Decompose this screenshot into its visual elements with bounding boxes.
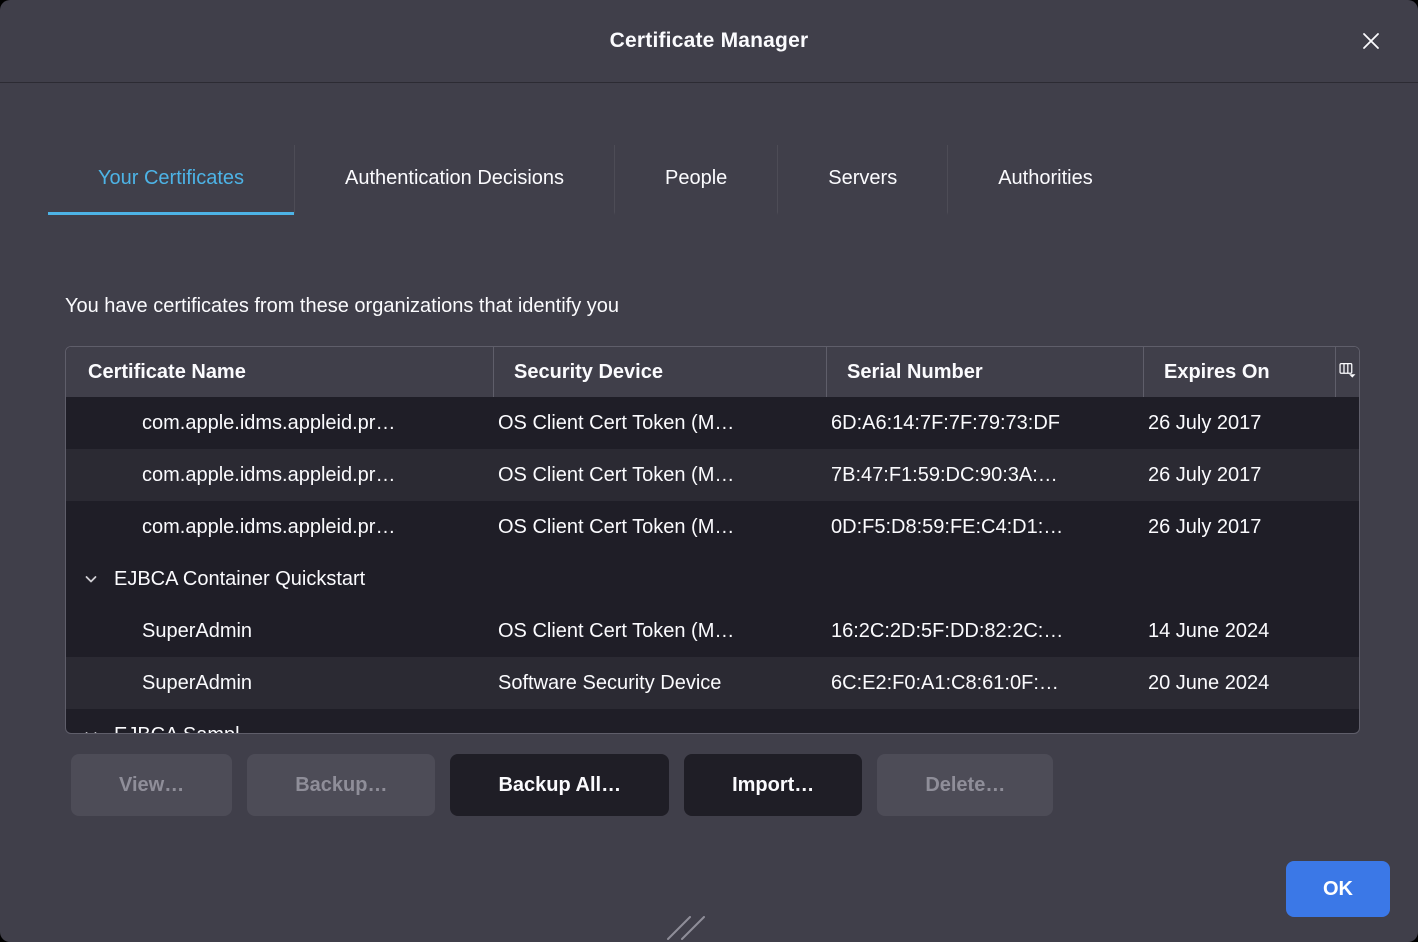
cell-expires-on: 26 July 2017 (1143, 516, 1359, 539)
table-header: Certificate Name Security Device Serial … (66, 347, 1359, 397)
cell-security-device: OS Client Cert Token (M… (493, 516, 826, 539)
table-group-row[interactable]: EJBCA Container Quickstart (66, 553, 1359, 605)
cell-serial-number: 16:2C:2D:5F:DD:82:2C:… (826, 620, 1143, 643)
column-picker-button[interactable] (1335, 347, 1359, 397)
cell-security-device: OS Client Cert Token (M… (493, 412, 826, 435)
certificate-row[interactable]: com.apple.idms.appleid.pr… OS Client Cer… (66, 397, 1359, 449)
backup-button[interactable]: Backup… (247, 754, 435, 816)
cell-certificate-name: SuperAdmin (66, 672, 493, 695)
dialog-titlebar: Certificate Manager (0, 0, 1418, 83)
cell-certificate-name: com.apple.idms.appleid.pr… (66, 464, 493, 487)
tab-bar: Your Certificates Authentication Decisio… (48, 145, 1418, 215)
tab-label: Authorities (998, 167, 1093, 190)
tab-label: Authentication Decisions (345, 167, 564, 190)
cell-serial-number: 7B:47:F1:59:DC:90:3A:… (826, 464, 1143, 487)
cell-security-device: OS Client Cert Token (M… (493, 620, 826, 643)
backup-all-button[interactable]: Backup All… (450, 754, 669, 816)
resize-grip[interactable] (666, 916, 712, 940)
cell-certificate-name: com.apple.idms.appleid.pr… (66, 516, 493, 539)
intro-text: You have certificates from these organiz… (65, 295, 1418, 318)
delete-button[interactable]: Delete… (877, 754, 1053, 816)
column-picker-icon (1339, 361, 1356, 383)
import-button[interactable]: Import… (684, 754, 862, 816)
certificate-row[interactable]: SuperAdmin Software Security Device 6C:E… (66, 657, 1359, 709)
action-button-row: View… Backup… Backup All… Import… Delete… (71, 754, 1418, 816)
cell-expires-on: 14 June 2024 (1143, 620, 1359, 643)
chevron-down-icon (83, 571, 99, 587)
view-button[interactable]: View… (71, 754, 232, 816)
column-header-security-device[interactable]: Security Device (493, 347, 826, 397)
column-header-certificate-name[interactable]: Certificate Name (66, 347, 493, 397)
cell-serial-number: 6D:A6:14:7F:7F:79:73:DF (826, 412, 1143, 435)
tab-label: People (665, 167, 727, 190)
cell-security-device: Software Security Device (493, 672, 826, 695)
column-header-expires-on[interactable]: Expires On (1143, 347, 1335, 397)
certificate-row[interactable]: com.apple.idms.appleid.pr… OS Client Cer… (66, 449, 1359, 501)
certificate-manager-dialog: Certificate Manager Your Certificates Au… (0, 0, 1418, 942)
group-label: EJBCA Sampl (114, 724, 240, 734)
ok-button[interactable]: OK (1286, 861, 1390, 917)
table-group-row-partial[interactable]: EJBCA Sampl (66, 709, 1359, 733)
close-button[interactable] (1354, 24, 1388, 58)
group-label: EJBCA Container Quickstart (114, 568, 365, 591)
tab-your-certificates[interactable]: Your Certificates (48, 145, 294, 215)
cell-security-device: OS Client Cert Token (M… (493, 464, 826, 487)
certificates-table: Certificate Name Security Device Serial … (65, 346, 1360, 734)
certificate-row[interactable]: SuperAdmin OS Client Cert Token (M… 16:2… (66, 605, 1359, 657)
tab-authentication-decisions[interactable]: Authentication Decisions (294, 145, 614, 215)
cell-expires-on: 26 July 2017 (1143, 412, 1359, 435)
tab-label: Your Certificates (98, 167, 244, 190)
tab-servers[interactable]: Servers (777, 145, 947, 215)
cell-serial-number: 0D:F5:D8:59:FE:C4:D1:… (826, 516, 1143, 539)
tab-label: Servers (828, 167, 897, 190)
cell-expires-on: 26 July 2017 (1143, 464, 1359, 487)
certificate-row[interactable]: com.apple.idms.appleid.pr… OS Client Cer… (66, 501, 1359, 553)
group-row-inner: EJBCA Sampl (66, 709, 1359, 733)
tab-authorities[interactable]: Authorities (947, 145, 1143, 215)
close-icon (1358, 42, 1384, 57)
cell-expires-on: 20 June 2024 (1143, 672, 1359, 695)
chevron-down-icon (83, 727, 99, 733)
cell-serial-number: 6C:E2:F0:A1:C8:61:0F:… (826, 672, 1143, 695)
table-body: com.apple.idms.appleid.pr… OS Client Cer… (66, 397, 1359, 733)
cell-certificate-name: SuperAdmin (66, 620, 493, 643)
column-header-serial-number[interactable]: Serial Number (826, 347, 1143, 397)
dialog-title: Certificate Manager (610, 29, 809, 53)
cell-certificate-name: com.apple.idms.appleid.pr… (66, 412, 493, 435)
tab-people[interactable]: People (614, 145, 777, 215)
